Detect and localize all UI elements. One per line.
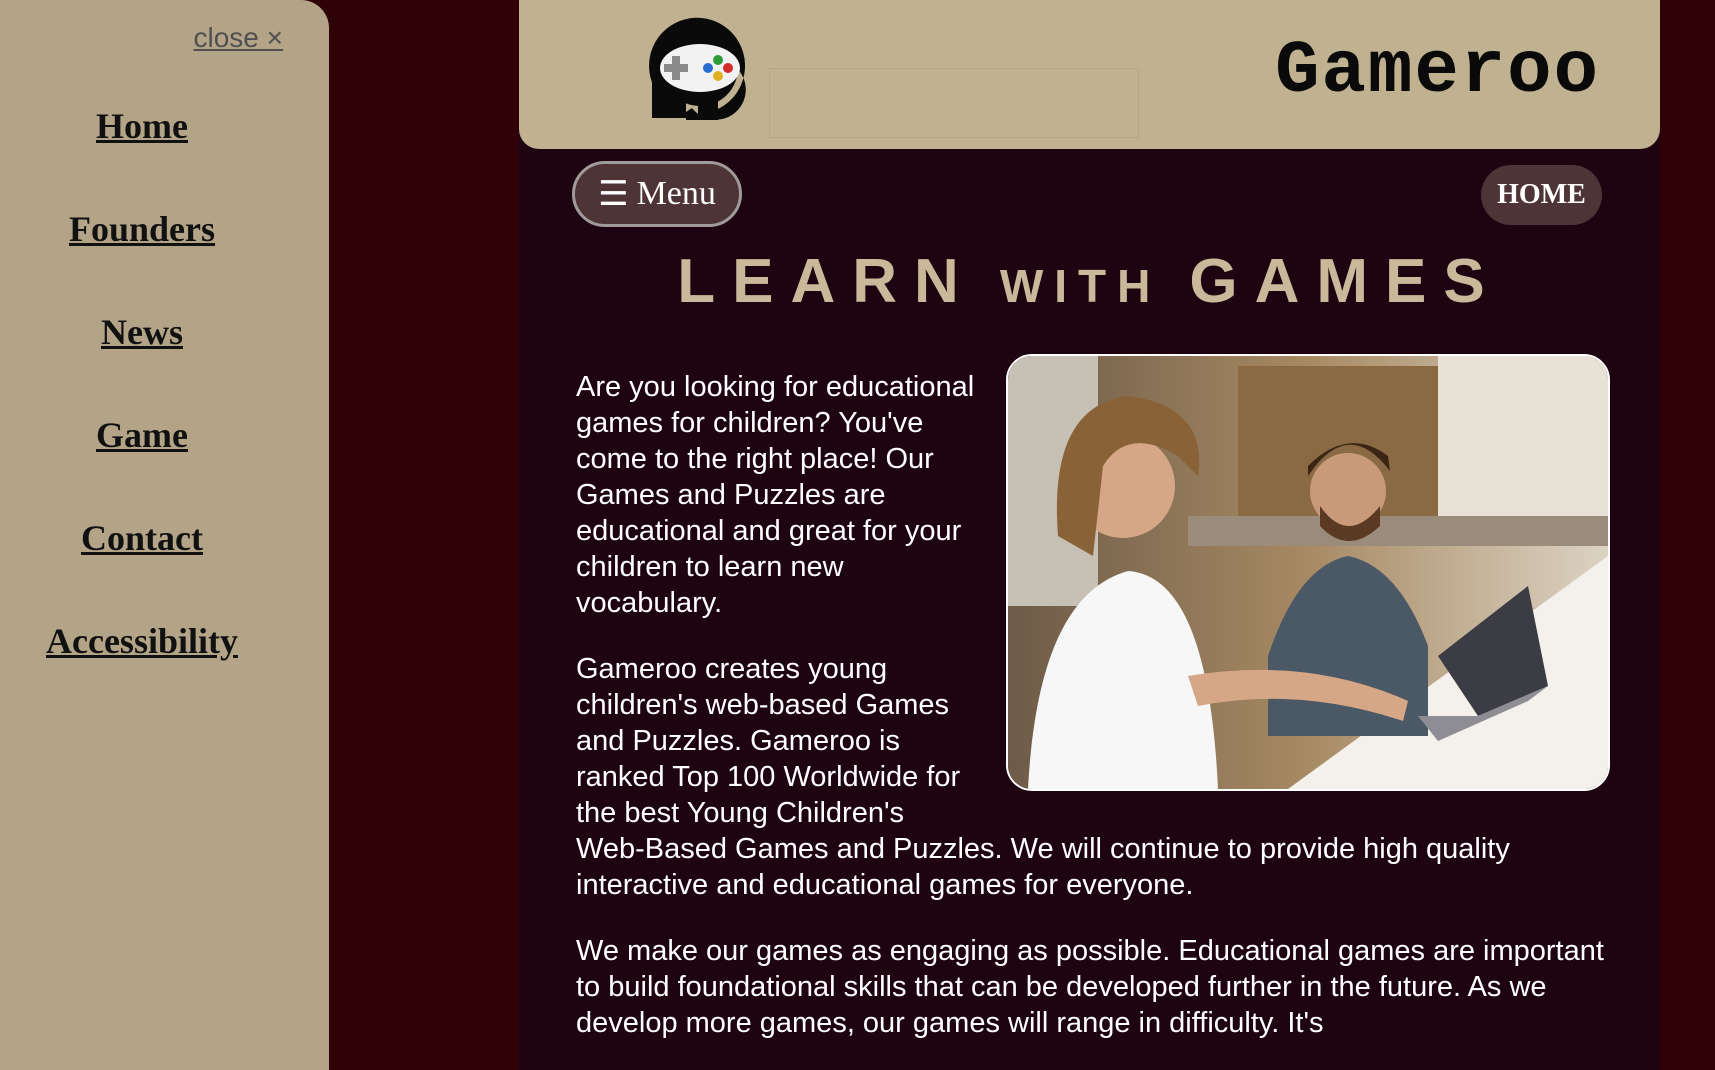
sidebar: close × Home Founders News Game Contact … xyxy=(0,0,329,1070)
sidebar-item-game[interactable]: Game xyxy=(0,409,284,512)
heading-word-games: GAMES xyxy=(1189,247,1502,316)
sidebar-nav: Home Founders News Game Contact Accessib… xyxy=(0,100,284,718)
site-header: Gameroo xyxy=(519,0,1660,149)
gamepad-logo-icon[interactable] xyxy=(638,16,753,126)
home-button[interactable]: HOME xyxy=(1481,165,1602,225)
hamburger-icon: ☰ xyxy=(598,176,629,213)
site-title: Gameroo xyxy=(1275,30,1600,114)
heading-word-with: WITH xyxy=(999,260,1162,312)
sidebar-item-accessibility[interactable]: Accessibility xyxy=(0,615,284,718)
heading-word-learn: LEARN xyxy=(677,247,976,316)
sidebar-item-founders[interactable]: Founders xyxy=(0,203,284,306)
page-title: LEARN WITH GAMES xyxy=(519,246,1660,317)
close-sidebar-link[interactable]: close × xyxy=(194,22,284,54)
sidebar-item-news[interactable]: News xyxy=(0,306,284,409)
content-paragraph: We make our games as engaging as possibl… xyxy=(576,935,1604,1039)
main-content: Are you looking for educational games fo… xyxy=(576,354,1616,1070)
people-laptops-photo xyxy=(1006,354,1610,791)
sidebar-item-contact[interactable]: Contact xyxy=(0,512,284,615)
main-panel: Gameroo ☰ Menu HOME LEARN WITH GAMES Are… xyxy=(519,0,1660,1070)
menu-button-label: Menu xyxy=(636,175,716,212)
menu-button[interactable]: ☰ Menu xyxy=(572,161,742,227)
sidebar-item-home[interactable]: Home xyxy=(0,100,284,203)
header-ghost-box xyxy=(769,68,1139,138)
